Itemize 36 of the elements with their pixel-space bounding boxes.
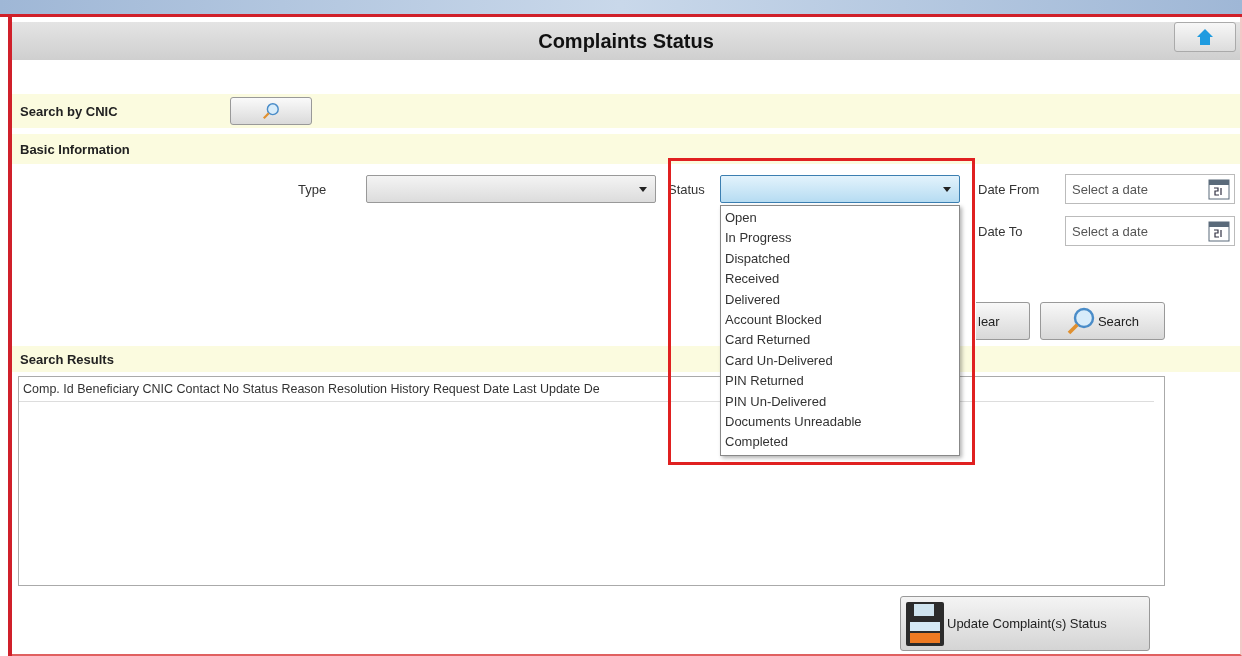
status-option[interactable]: In Progress xyxy=(721,228,959,249)
status-option[interactable]: PIN Returned xyxy=(721,371,959,392)
field-label: Date From xyxy=(978,181,1041,197)
search-button[interactable]: Search xyxy=(1040,302,1165,340)
status-option[interactable]: Card Returned xyxy=(721,330,959,351)
caret-icon xyxy=(639,186,647,192)
status-option[interactable]: Received xyxy=(721,269,959,290)
magnifier-icon xyxy=(262,102,280,120)
status-dropdown[interactable] xyxy=(720,175,960,203)
section-label: Search by CNIC xyxy=(20,103,119,119)
section-label: Basic Information xyxy=(20,141,131,157)
column-headers: Comp. Id Beneficiary CNIC Contact No Status Reason Resolution History Request Date Last Update De xyxy=(23,382,600,396)
status-option[interactable]: Card Un-Delivered xyxy=(721,350,959,372)
home-icon xyxy=(1196,28,1214,46)
status-option[interactable]: Documents Unreadable xyxy=(721,411,959,433)
field-label: Type xyxy=(298,181,328,197)
status-option[interactable]: Dispatched xyxy=(721,248,959,270)
calendar-icon xyxy=(1208,178,1230,200)
type-dropdown[interactable] xyxy=(366,175,656,203)
status-option[interactable]: Completed xyxy=(721,432,959,453)
field-label: Date To xyxy=(978,223,1024,239)
search-button[interactable] xyxy=(230,97,312,125)
date-field[interactable]: Select a date xyxy=(1065,216,1235,246)
section-label: Search Results xyxy=(20,351,115,367)
home-button[interactable] xyxy=(1174,22,1236,52)
status-option[interactable]: PIN Un-Delivered xyxy=(721,391,959,412)
magnifier-icon xyxy=(1065,306,1096,336)
calendar-icon xyxy=(1208,220,1230,242)
clear-button[interactable]: lear xyxy=(976,302,1030,340)
status-option[interactable]: Delivered xyxy=(721,289,959,310)
date-field[interactable]: Select a date xyxy=(1065,174,1235,204)
window-title: Complaints Status xyxy=(538,29,714,53)
status-option[interactable]: Account Blocked xyxy=(721,309,959,331)
status-option[interactable]: Open xyxy=(721,208,959,229)
caret-icon xyxy=(943,186,951,192)
update-status-button[interactable]: Update Complaint(s) Status xyxy=(900,596,1150,651)
